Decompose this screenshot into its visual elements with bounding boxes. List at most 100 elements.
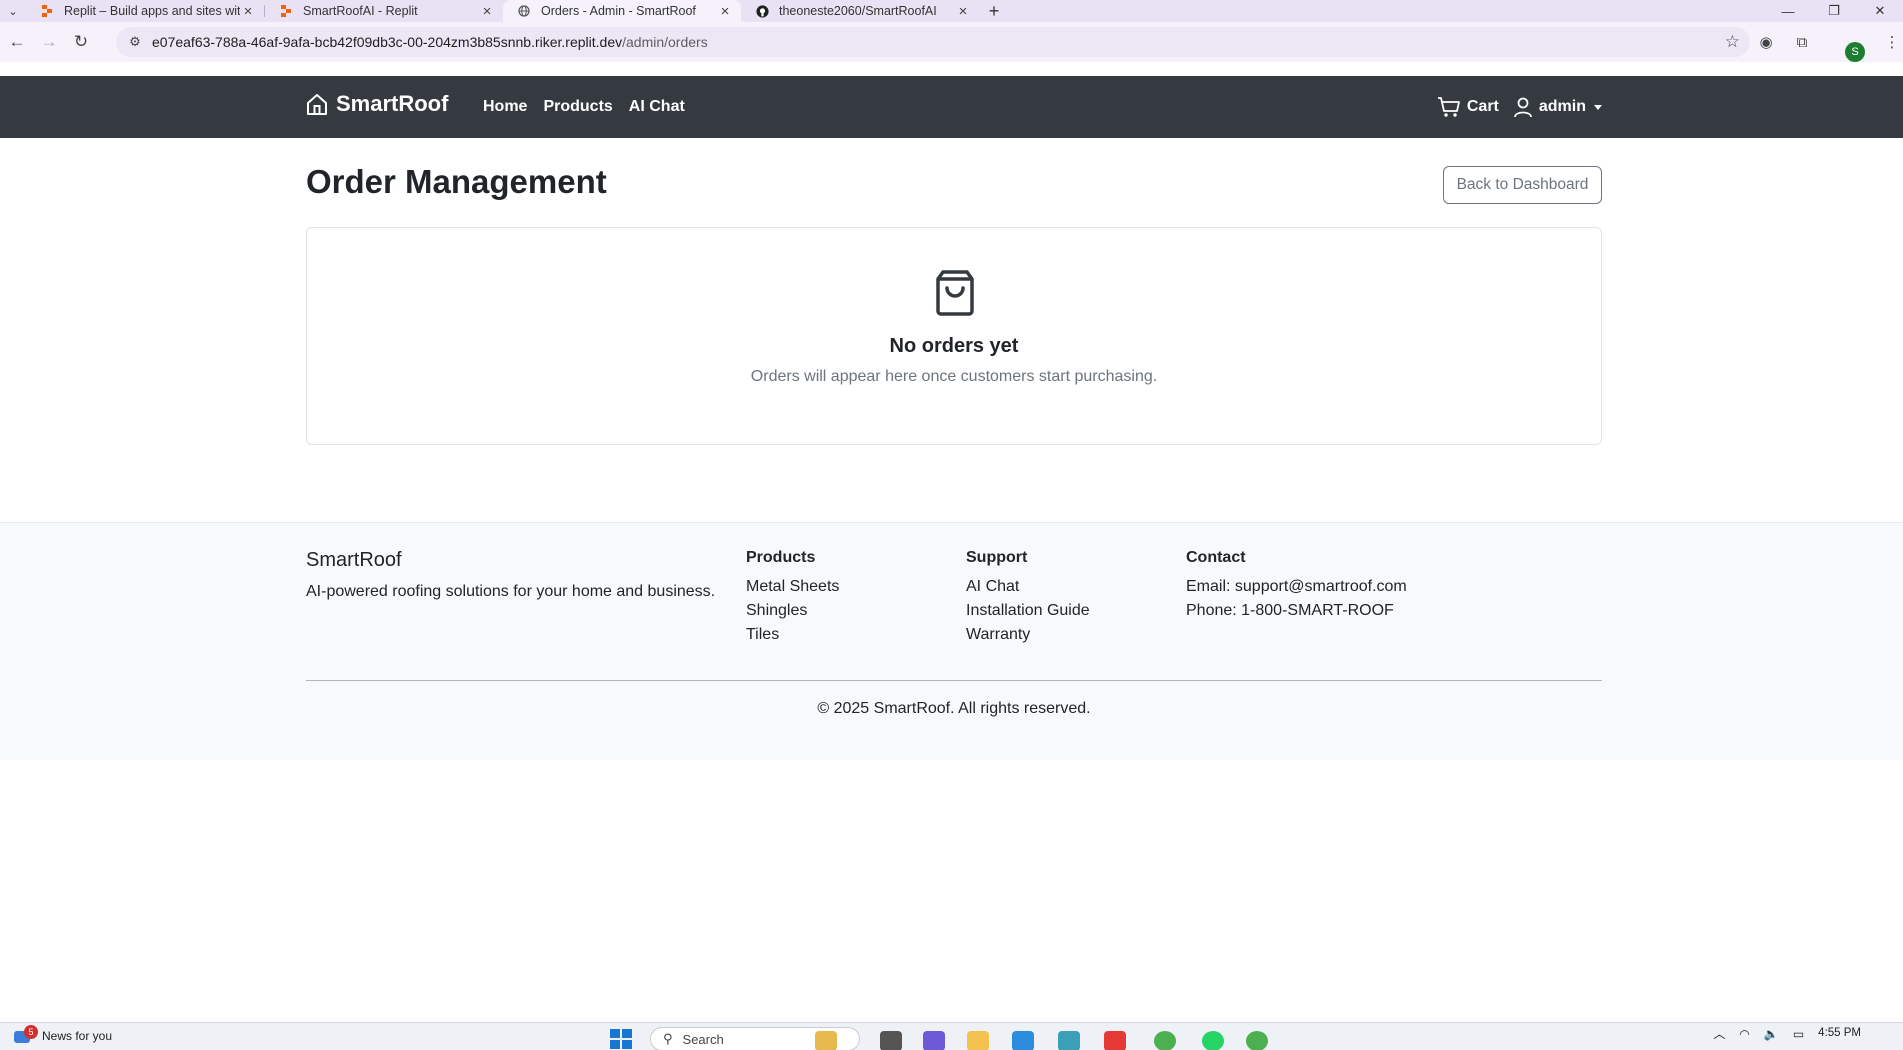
close-tab-icon[interactable]: ×	[717, 3, 733, 20]
tab-title: SmartRoofAI - Replit	[303, 4, 418, 18]
copilot-icon[interactable]	[1012, 1031, 1034, 1050]
footer-link-warranty[interactable]: Warranty	[966, 623, 1090, 647]
footer-brand: SmartRoof	[306, 549, 402, 571]
footer-column-heading: Support	[966, 549, 1028, 566]
taskbar-search-placeholder: Search	[682, 1031, 724, 1047]
close-tab-icon[interactable]: ×	[240, 3, 256, 20]
footer-tagline: AI-powered roofing solutions for your ho…	[306, 583, 716, 600]
whatsapp-icon[interactable]	[1202, 1031, 1224, 1050]
footer-column-heading: Contact	[1186, 549, 1246, 566]
github-icon	[755, 4, 769, 18]
teams-icon[interactable]	[923, 1031, 945, 1050]
extension-icon[interactable]: ◉	[1754, 30, 1778, 54]
main-nav: Home Products AI Chat	[483, 98, 701, 116]
browser-tab-active[interactable]: Orders - Admin - SmartRoof ×	[503, 0, 741, 22]
footer-link-installation-guide[interactable]: Installation Guide	[966, 599, 1090, 623]
tab-search-menu-icon[interactable]: ⌄	[0, 0, 26, 22]
taskbar-app-icon[interactable]	[815, 1031, 837, 1050]
house-icon	[307, 94, 327, 115]
url-path: /admin/orders	[622, 34, 708, 50]
shopping-bag-icon	[936, 270, 974, 316]
back-arrow-icon[interactable]: ←	[2, 27, 32, 57]
browser-toolbar: ← → ↻ ⚙ e07eaf63-788a-46af-9afa-bcb42f09…	[0, 22, 1903, 62]
tab-title: Replit – Build apps and sites wit	[64, 4, 240, 18]
replit-favicon-icon	[40, 4, 54, 18]
brand-logo[interactable]: SmartRoof	[306, 91, 448, 117]
footer-products-column: Products Metal Sheets Shingles Tiles	[746, 549, 839, 647]
nav-ai-chat-link[interactable]: AI Chat	[629, 98, 685, 116]
system-tray: ︿ ◠ 🔈 ▭ 4:55 PM	[1713, 1025, 1903, 1042]
volume-icon[interactable]: 🔈	[1764, 1027, 1779, 1041]
task-view-icon[interactable]	[880, 1031, 902, 1050]
new-tab-icon[interactable]: +	[979, 0, 1009, 22]
footer-link-shingles[interactable]: Shingles	[746, 599, 839, 623]
close-tab-icon[interactable]: ×	[955, 3, 971, 20]
footer-link-tiles[interactable]: Tiles	[746, 623, 839, 647]
user-label: admin	[1538, 98, 1586, 115]
footer-contact-phone: Phone: 1-800-SMART-ROOF	[1186, 602, 1394, 619]
news-icon: 5	[12, 1025, 38, 1045]
dropdown-caret-icon	[1594, 104, 1602, 110]
replit-favicon-icon	[279, 4, 293, 18]
brand-name: SmartRoof	[336, 91, 449, 116]
cart-icon	[1437, 97, 1460, 117]
git-icon[interactable]	[1104, 1031, 1126, 1050]
window-controls: — ❐ ✕	[1765, 0, 1903, 22]
news-label: News for you	[42, 1029, 113, 1043]
cart-label: Cart	[1466, 98, 1499, 115]
user-icon	[1513, 97, 1532, 118]
news-widget[interactable]: 5 News for you	[12, 1025, 113, 1045]
cart-link[interactable]: Cart	[1437, 96, 1499, 118]
restore-icon[interactable]: ❐	[1811, 0, 1857, 22]
chevron-up-icon[interactable]: ︿	[1713, 1025, 1725, 1042]
windows-start-icon[interactable]	[610, 1029, 632, 1049]
footer-link-metal-sheets[interactable]: Metal Sheets	[746, 575, 839, 599]
site-footer: SmartRoof AI-powered roofing solutions f…	[0, 522, 1903, 760]
footer-copyright: © 2025 SmartRoof. All rights reserved.	[817, 700, 1091, 717]
reload-icon[interactable]: ↻	[66, 27, 96, 57]
search-icon: ⚲	[663, 1031, 673, 1046]
tab-title: Orders - Admin - SmartRoof	[541, 4, 696, 18]
url-host: e07eaf63-788a-46af-9afa-bcb42f09db3c-00-…	[152, 34, 623, 50]
extensions-puzzle-icon[interactable]: ⧉	[1790, 30, 1814, 54]
profile-avatar[interactable]: S	[1845, 42, 1865, 62]
chrome-icon[interactable]	[1154, 1031, 1176, 1050]
browser-menu-icon[interactable]: ⋮	[1880, 30, 1903, 54]
browser-tab-strip: ⌄ Replit – Build apps and sites wit × Sm…	[0, 0, 1903, 22]
browser-tab[interactable]: Replit – Build apps and sites wit ×	[26, 0, 264, 22]
globe-icon	[517, 4, 531, 18]
browser-tab[interactable]: SmartRoofAI - Replit ×	[265, 0, 503, 22]
browser-tab[interactable]: theoneste2060/SmartRoofAI ×	[741, 0, 979, 22]
footer-contact-column: Contact Email: support@smartroof.com Pho…	[1186, 549, 1407, 623]
page-title: Order Management	[306, 163, 607, 200]
close-tab-icon[interactable]: ×	[479, 3, 495, 20]
site-info-icon[interactable]: ⚙	[120, 34, 150, 50]
clock[interactable]: 4:55 PM	[1818, 1027, 1861, 1040]
wifi-icon[interactable]: ◠	[1739, 1027, 1749, 1041]
back-to-dashboard-button[interactable]: Back to Dashboard	[1443, 166, 1602, 204]
tab-title: theoneste2060/SmartRoofAI	[779, 4, 937, 18]
address-bar[interactable]: ⚙ e07eaf63-788a-46af-9afa-bcb42f09db3c-0…	[116, 27, 1750, 57]
os-taskbar: 5 News for you ⚲ Search ︿ ◠ 🔈 ▭ 4:55 PM	[0, 1022, 1903, 1050]
bookmark-star-icon[interactable]: ☆	[1725, 32, 1740, 52]
store-icon[interactable]	[1058, 1031, 1080, 1050]
url-text: e07eaf63-788a-46af-9afa-bcb42f09db3c-00-…	[152, 34, 708, 50]
site-navbar: SmartRoof Home Products AI Chat Cart adm…	[0, 76, 1903, 138]
empty-state-title: No orders yet	[889, 335, 1019, 357]
news-badge: 5	[24, 1025, 38, 1039]
battery-icon[interactable]: ▭	[1793, 1027, 1804, 1041]
user-dropdown[interactable]: admin	[1513, 96, 1602, 118]
footer-divider	[306, 680, 1602, 681]
orders-empty-card: No orders yet Orders will appear here on…	[306, 227, 1602, 445]
nav-products-link[interactable]: Products	[543, 98, 612, 116]
chrome-profile-icon[interactable]	[1246, 1031, 1268, 1050]
nav-right: Cart admin	[1423, 96, 1602, 118]
nav-home-link[interactable]: Home	[483, 98, 527, 116]
minimize-icon[interactable]: —	[1765, 0, 1811, 22]
forward-arrow-icon[interactable]: →	[34, 27, 64, 57]
footer-link-ai-chat[interactable]: AI Chat	[966, 575, 1090, 599]
footer-contact-email: Email: support@smartroof.com	[1186, 578, 1407, 595]
file-explorer-icon[interactable]	[967, 1031, 989, 1050]
footer-column-heading: Products	[746, 549, 816, 566]
close-window-icon[interactable]: ✕	[1857, 0, 1903, 22]
